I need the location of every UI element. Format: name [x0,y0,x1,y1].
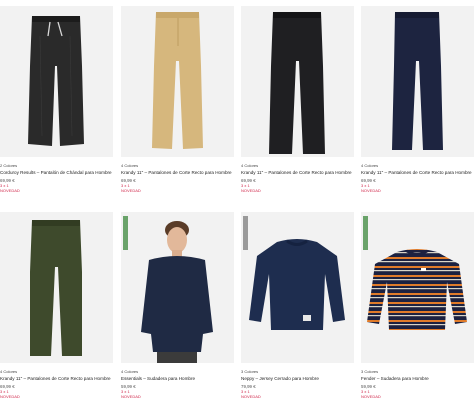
product-image[interactable] [0,6,113,157]
product-image[interactable] [0,212,113,363]
eco-badge-icon [363,216,368,250]
color-count: 3 Colores [361,369,379,374]
product-title[interactable]: Corduroy Results – Pantalón de Chándal p… [0,170,113,176]
color-count: 2 Colores [0,163,18,168]
product-card-4[interactable]: 4 Colores Krandy 11" – Pantalones de Cor… [361,6,474,193]
color-count: 4 Colores [241,163,259,168]
eco-badge-icon [123,216,128,250]
product-card-6[interactable]: 4 Colores Essentials – Sudadera para Hom… [121,212,234,399]
product-title[interactable]: Krandy 11" – Pantalones de Corte Recto p… [241,170,354,176]
product-title[interactable]: Essentials – Sudadera para Hombre [121,376,234,382]
color-count: 3 Colores [241,369,259,374]
new-badge: NOVEDAD [121,394,141,399]
product-card-1[interactable]: 2 Colores Corduroy Results – Pantalón de… [0,6,113,193]
new-badge: NOVEDAD [0,188,20,193]
product-image[interactable] [121,6,234,157]
product-title[interactable]: Neppy – Jersey Cerrado para Hombre [241,376,354,382]
product-image[interactable] [361,212,474,363]
new-badge: NOVEDAD [361,188,381,193]
product-grid: 2 Colores Corduroy Results – Pantalón de… [0,0,475,412]
new-badge: NOVEDAD [0,394,20,399]
product-title[interactable]: Krandy 11" – Pantalones de Corte Recto p… [0,376,113,382]
new-badge: NOVEDAD [241,188,261,193]
color-count: 4 Colores [361,163,379,168]
product-card-7[interactable]: 3 Colores Neppy – Jersey Cerrado para Ho… [241,212,354,399]
product-image[interactable] [121,212,234,363]
product-image[interactable] [241,212,354,363]
product-card-2[interactable]: 4 Colores Krandy 11" – Pantalones de Cor… [121,6,234,193]
product-title[interactable]: Krandy 11" – Pantalones de Corte Recto p… [361,170,474,176]
eco-badge-icon [243,216,248,250]
product-card-8[interactable]: 3 Colores Fender – Sudadera para Hombre … [361,212,474,399]
product-title[interactable]: Fender – Sudadera para Hombre [361,376,474,382]
color-count: 4 Colores [121,163,139,168]
color-count: 4 Colores [0,369,18,374]
product-card-3[interactable]: 4 Colores Krandy 11" – Pantalones de Cor… [241,6,354,193]
new-badge: NOVEDAD [361,394,381,399]
color-count: 4 Colores [121,369,139,374]
product-image[interactable] [361,6,474,157]
product-image[interactable] [241,6,354,157]
product-card-5[interactable]: 4 Colores Krandy 11" – Pantalones de Cor… [0,212,113,399]
product-title[interactable]: Krandy 11" – Pantalones de Corte Recto p… [121,170,234,176]
new-badge: NOVEDAD [121,188,141,193]
new-badge: NOVEDAD [241,394,261,399]
